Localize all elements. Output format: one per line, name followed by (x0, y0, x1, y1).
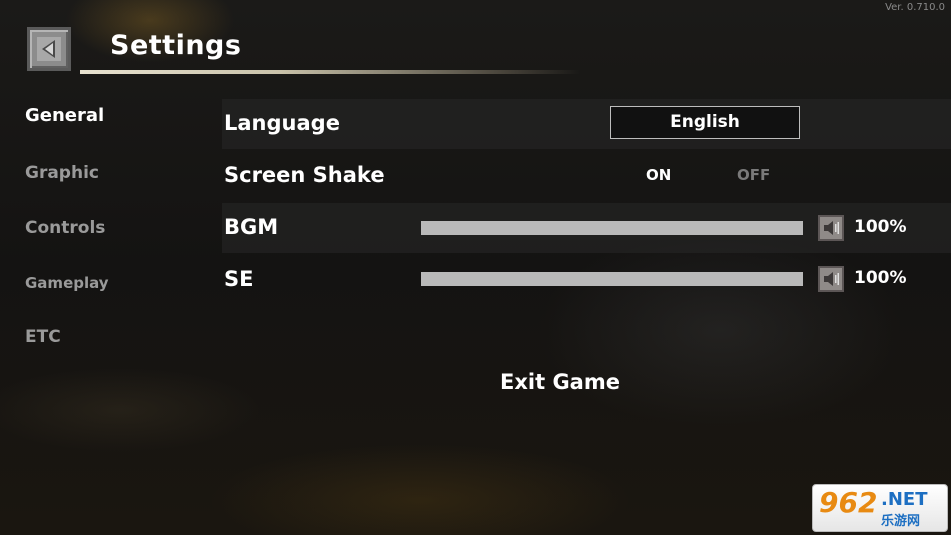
bgm-slider[interactable] (421, 221, 803, 235)
sidebar-item-etc[interactable]: ETC (25, 327, 61, 347)
watermark-chinese: 乐游网 (881, 514, 921, 529)
watermark-number: 962 (819, 486, 878, 519)
se-slider-fill (421, 272, 803, 286)
watermark-logo: 962 .NET 乐游网 (812, 484, 948, 532)
sidebar-item-gameplay[interactable]: Gameplay (25, 274, 109, 292)
sidebar-item-graphic[interactable]: Graphic (25, 163, 99, 183)
page-title: Settings (110, 30, 242, 61)
version-label: Ver. 0.710.0 (885, 2, 945, 13)
bgm-row: BGM 100% (222, 203, 951, 253)
sidebar-item-general[interactable]: General (25, 105, 104, 126)
back-button[interactable] (27, 27, 71, 71)
se-label: SE (224, 267, 254, 291)
se-speaker-icon[interactable] (818, 266, 844, 292)
se-slider[interactable] (421, 272, 803, 286)
screen-shake-label: Screen Shake (224, 163, 385, 187)
screen-shake-row: Screen Shake ON OFF (222, 150, 951, 200)
language-row: Language English (222, 99, 951, 149)
screen-shake-off-toggle[interactable]: OFF (737, 166, 770, 184)
language-label: Language (224, 111, 340, 135)
se-percent: 100% (854, 268, 907, 288)
language-select[interactable]: English (610, 106, 800, 139)
bgm-slider-fill (421, 221, 803, 235)
bgm-percent: 100% (854, 217, 907, 237)
bgm-speaker-icon[interactable] (818, 215, 844, 241)
bgm-label: BGM (224, 215, 279, 239)
watermark-domain: .NET (881, 489, 928, 510)
exit-game-button[interactable]: Exit Game (500, 370, 620, 394)
screen-shake-on-toggle[interactable]: ON (646, 166, 671, 184)
back-arrow-icon (37, 37, 61, 61)
se-row: SE 100% (222, 254, 951, 304)
sidebar-item-controls[interactable]: Controls (25, 218, 105, 238)
title-underline (80, 70, 580, 74)
